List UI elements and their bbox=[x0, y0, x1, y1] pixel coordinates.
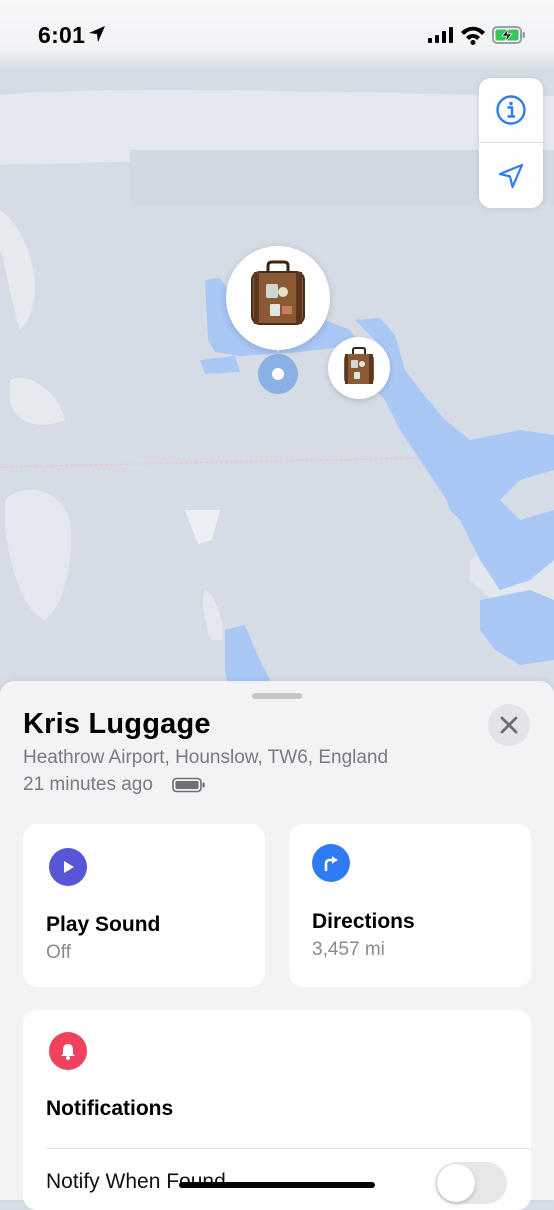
directions-label: Directions bbox=[312, 910, 415, 933]
directions-button[interactable]: Directions 3,457 mi bbox=[289, 824, 531, 987]
suitcase-icon bbox=[251, 260, 305, 325]
notify-when-found-toggle[interactable] bbox=[435, 1162, 507, 1204]
cell-signal-icon bbox=[428, 27, 453, 43]
map-info-button[interactable] bbox=[479, 78, 543, 143]
item-last-updated: 21 minutes ago bbox=[23, 774, 153, 795]
item-address: Heathrow Airport, Hounslow, TW6, England bbox=[23, 747, 389, 768]
map-locate-button[interactable] bbox=[479, 144, 543, 208]
play-sound-button[interactable]: Play Sound Off bbox=[23, 824, 265, 987]
battery-icon bbox=[172, 777, 205, 793]
sheet-grabber[interactable] bbox=[252, 693, 302, 699]
directions-arrow-icon bbox=[312, 844, 350, 882]
divider bbox=[46, 1148, 531, 1149]
play-icon bbox=[49, 848, 87, 886]
close-button[interactable] bbox=[488, 704, 530, 746]
suitcase-pin[interactable] bbox=[226, 246, 330, 352]
close-icon bbox=[500, 716, 518, 734]
battery-charging-icon bbox=[492, 26, 525, 44]
directions-distance: 3,457 mi bbox=[312, 939, 385, 960]
toggle-knob bbox=[437, 1164, 475, 1202]
info-icon bbox=[496, 95, 526, 125]
status-time: 6:01 bbox=[38, 22, 86, 48]
item-detail-sheet: Kris Luggage Heathrow Airport, Hounslow,… bbox=[0, 681, 554, 1210]
home-indicator[interactable] bbox=[179, 1182, 375, 1188]
play-sound-label: Play Sound bbox=[46, 913, 161, 936]
notifications-title: Notifications bbox=[46, 1097, 174, 1120]
location-arrow-icon bbox=[89, 26, 105, 42]
wifi-icon bbox=[461, 26, 485, 45]
item-title: Kris Luggage bbox=[23, 708, 211, 740]
status-bar: 6:01 bbox=[0, 0, 554, 70]
suitcase-icon bbox=[344, 347, 374, 384]
suitcase-pin-small[interactable] bbox=[328, 337, 390, 399]
play-sound-status: Off bbox=[46, 942, 71, 963]
device-location-dot bbox=[272, 368, 284, 380]
notifications-card: Notifications Notify When Found bbox=[23, 1010, 531, 1210]
location-arrow-icon bbox=[498, 163, 524, 189]
bell-icon bbox=[49, 1032, 87, 1070]
map-controls bbox=[479, 78, 543, 208]
